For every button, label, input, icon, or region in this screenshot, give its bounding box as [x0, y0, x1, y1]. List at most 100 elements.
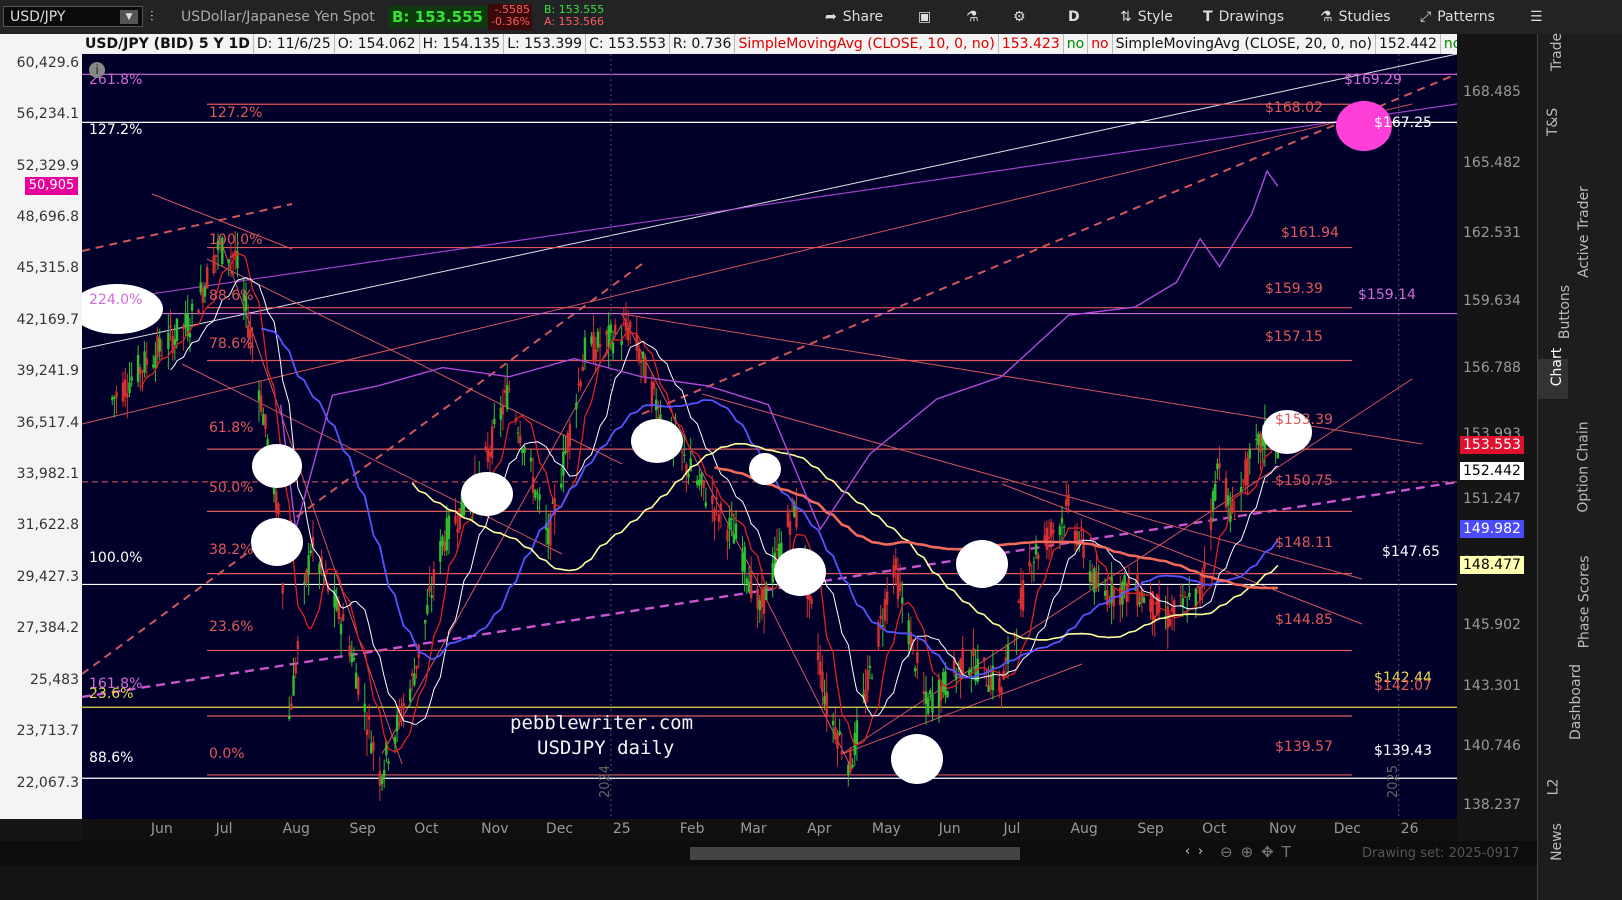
candle-body — [642, 351, 645, 359]
candle-body — [840, 750, 844, 754]
candle-body — [613, 324, 617, 335]
candle-body — [1093, 568, 1096, 593]
candle-body — [1067, 494, 1070, 506]
right-panel-tab-label: Trade — [1549, 32, 1566, 72]
right-axis-tick: 162.531 — [1463, 224, 1521, 241]
candle-body — [702, 480, 705, 488]
right-panel-tab[interactable]: Dashboard — [1538, 664, 1584, 740]
candle-body — [870, 677, 874, 679]
candle-body — [756, 588, 759, 609]
candle-body — [788, 521, 792, 535]
candle-body — [1082, 542, 1085, 559]
zoom-in-icon[interactable]: ⊕ — [1241, 843, 1262, 861]
gear-button[interactable]: ⚙ — [1013, 0, 1032, 34]
candle-body — [529, 457, 533, 462]
right-panel-tab[interactable]: Buttons — [1538, 285, 1573, 344]
header-date: D: 11/6/25 — [253, 34, 335, 54]
candle-body — [212, 255, 215, 274]
candle-body — [866, 669, 869, 691]
fib-level-label: 127.2% — [89, 122, 143, 138]
notes-button[interactable]: ▣ — [918, 0, 937, 34]
x-axis-label: Jul — [215, 821, 233, 837]
drawings-button[interactable]: T Drawings — [1203, 0, 1284, 34]
candle-body — [1198, 586, 1202, 601]
scrollbar-thumb[interactable] — [690, 847, 1020, 860]
candle-body — [650, 381, 654, 407]
candle-body — [318, 563, 321, 575]
share-button[interactable]: ➦ Share — [825, 0, 883, 34]
trend-line — [82, 103, 1413, 425]
candle-body — [592, 332, 595, 362]
right-panel-tab[interactable]: Chart — [1538, 348, 1568, 399]
candle-body — [1138, 601, 1141, 605]
x-axis-label: Nov — [481, 821, 509, 837]
candle-body — [1015, 637, 1018, 639]
left-axis-tick: 56,234.1 — [16, 106, 79, 123]
fib-price-label: $157.15 — [1265, 329, 1323, 345]
right-panel-tab[interactable]: Active Trader — [1538, 186, 1592, 278]
patterns-icon: ⤢ — [1420, 9, 1432, 25]
left-axis-tick: 52,329.9 — [16, 157, 79, 174]
header-sma10[interactable]: SimpleMovingAvg (CLOSE, 10, 0, no) — [735, 34, 999, 54]
chart-plot-area[interactable]: 2024 2025 261.8% 127.2% 127.2% 100.0% 88.6% 78.… — [82, 34, 1457, 819]
candle-body — [581, 366, 584, 371]
studies-button[interactable]: ⚗ Studies — [1320, 0, 1391, 34]
candle-body — [1017, 601, 1021, 603]
scroll-right-icon[interactable]: › — [1198, 844, 1203, 859]
candle-body — [357, 677, 360, 695]
candle-body — [942, 672, 945, 692]
scroll-left-icon[interactable]: ‹ — [1185, 844, 1190, 859]
fib-price-label: $139.43 — [1374, 743, 1432, 759]
candle-body — [205, 267, 209, 289]
left-axis-tick: 36,517.4 — [16, 414, 79, 431]
candle-body — [126, 393, 129, 398]
candle-body — [741, 552, 744, 572]
candle-body — [486, 449, 490, 462]
left-axis-tick: 48,696.8 — [16, 209, 79, 225]
right-panel-tab[interactable]: Phase Scores — [1538, 556, 1592, 649]
candle-body — [145, 358, 148, 365]
candle-body — [566, 433, 569, 453]
candle-body — [339, 624, 343, 635]
text-tool-icon[interactable]: T — [1282, 843, 1299, 861]
zoom-tools[interactable]: ⊖⊕✥T — [1220, 843, 1299, 861]
right-panel-tab[interactable]: Option Chain — [1538, 421, 1592, 512]
x-axis-label: Dec — [1333, 821, 1361, 837]
candle-body — [1058, 526, 1062, 535]
right-axis-price-tag: 148.477 — [1460, 555, 1524, 574]
year-marker: 2025 — [1385, 764, 1401, 799]
candle-body — [139, 367, 142, 375]
candle-body — [575, 402, 578, 410]
candle-body — [443, 541, 446, 551]
highlight-ellipse — [749, 453, 781, 485]
candle-body — [1047, 536, 1051, 539]
pan-icon[interactable]: ✥ — [1261, 843, 1282, 861]
menu-icon[interactable]: ☰ — [1530, 0, 1543, 34]
candle-body — [1214, 483, 1217, 501]
candle-body — [596, 331, 600, 348]
right-panel-tab[interactable]: L2 — [1538, 779, 1568, 819]
chart-svg — [82, 34, 1457, 819]
info-icon[interactable]: i — [89, 62, 105, 78]
patterns-button[interactable]: ⤢ Patterns — [1420, 0, 1495, 34]
symbol-selector[interactable]: USD/JPY ▼ — [3, 6, 143, 27]
flask-button[interactable]: ⚗ — [966, 0, 985, 34]
settings-slider-icon[interactable]: ⫶ — [150, 0, 154, 34]
right-panel-tab[interactable]: T&S — [1538, 108, 1568, 154]
zoom-out-icon[interactable]: ⊖ — [1220, 843, 1241, 861]
fib-level-label: 23.6% — [89, 686, 134, 702]
candle-body — [907, 620, 910, 645]
chevron-down-icon[interactable]: ▼ — [120, 10, 138, 24]
candle-body — [916, 652, 919, 664]
candle-body — [348, 645, 351, 656]
right-panel-tab[interactable]: Trade — [1538, 33, 1568, 84]
candle-body — [281, 583, 284, 594]
candle-body — [447, 515, 451, 539]
style-button[interactable]: ⇅ Style — [1120, 0, 1173, 34]
candle-body — [594, 349, 597, 360]
period-button[interactable]: D — [1068, 0, 1080, 34]
fib-price-label: $161.94 — [1281, 225, 1339, 241]
candle-body — [825, 692, 828, 716]
header-sma20[interactable]: SimpleMovingAvg (CLOSE, 20, 0, no) — [1112, 34, 1377, 54]
right-panel-tab[interactable]: News — [1538, 823, 1568, 874]
